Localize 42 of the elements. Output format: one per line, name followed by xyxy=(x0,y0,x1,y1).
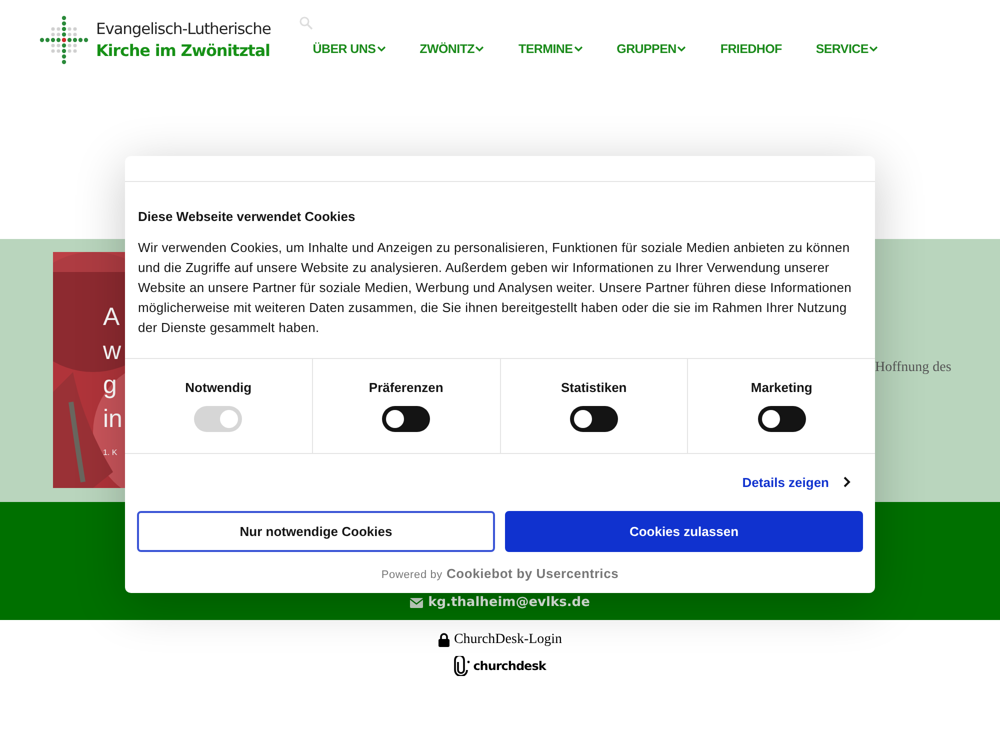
slide-text: g xyxy=(103,370,118,401)
caret-icon xyxy=(677,46,686,52)
chevron-icon xyxy=(843,476,851,488)
allow-button[interactable]: Cookies zulassen xyxy=(505,511,863,552)
slide-text: A xyxy=(103,302,121,333)
envelope-icon xyxy=(410,598,424,608)
cookiebot-logo[interactable]: Cookiebot by Usercentrics xyxy=(446,566,619,581)
powered-by-text: Powered by xyxy=(381,569,442,581)
dialog-text: Wir verwenden Cookies, um Inhalte und Anzeigen zu personalisieren, Funktionen für soziale Medien anbieten zu können und die Zugriffe auf unsere Website zu analysieren. Außerdem geben wir Informationen zu Ihrer Verwendung unserer Website an unsere Partner für soziale Medien, Werbung und Analysen weiter. Unsere Partner führen diese Informationen möglicherweise mit weiteren Daten zusammen, die Sie ihnen bereitgestellt haben oder die sie im Rahmen Ihrer Nutzung der Dienste gesammelt haben. xyxy=(138,239,853,337)
category-label: Marketing xyxy=(750,380,812,395)
caret-icon xyxy=(475,46,484,52)
necessary-only-button[interactable]: Nur notwendige Cookies xyxy=(137,511,495,552)
category-label: Statistiken xyxy=(561,380,627,395)
slide-caption: 1. K xyxy=(103,448,118,457)
caret-icon xyxy=(376,46,386,52)
nav-link[interactable]: TERMINE xyxy=(518,42,583,56)
category-label: Notwendig xyxy=(185,380,252,395)
slide-text: in xyxy=(103,404,122,435)
paperclip-icon xyxy=(454,656,470,676)
login-link[interactable]: ChurchDesk-Login xyxy=(438,632,562,648)
brand-name: churchdesk xyxy=(473,659,546,673)
nav-link[interactable]: SERVICE xyxy=(816,42,878,56)
caret-icon xyxy=(574,46,583,52)
nav-link[interactable]: ZWÖNITZ xyxy=(420,42,484,56)
logo-title: Evangelisch-Lutherische xyxy=(96,19,271,40)
nav-link[interactable]: GRUPPEN xyxy=(616,42,686,56)
toggle-switch[interactable] xyxy=(758,406,806,432)
toggle-switch[interactable] xyxy=(382,406,430,432)
email-link[interactable]: kg.thalheim@evlks.de xyxy=(410,595,590,610)
toggle-switch[interactable] xyxy=(570,406,618,432)
dialog-title: Diese Webseite verwendet Cookies xyxy=(138,209,356,224)
churchdesk-logo[interactable]: churchdesk xyxy=(454,656,546,676)
lock-icon xyxy=(438,633,450,647)
category-label: Präferenzen xyxy=(368,380,444,395)
nav-link[interactable]: FRIEDHOF xyxy=(720,42,782,56)
slide-text: w xyxy=(103,336,122,367)
banner-text: Hoffnung des xyxy=(875,360,952,377)
logo-subtitle: Kirche im Zwönitztal xyxy=(96,40,271,61)
cross-logo-icon xyxy=(38,14,90,66)
caret-icon xyxy=(869,46,878,52)
details-link[interactable]: Details zeigen xyxy=(742,474,851,490)
nav-link[interactable]: ÜBER UNS xyxy=(312,42,386,56)
